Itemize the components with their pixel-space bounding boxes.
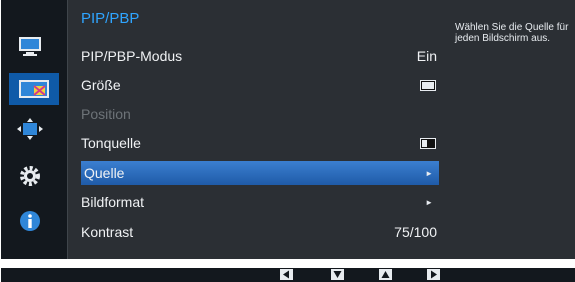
menu-item-label: Größe	[81, 77, 121, 93]
right-arrow-icon[interactable]	[427, 269, 440, 280]
menu-item-source[interactable]: Quelle ►	[81, 161, 439, 185]
help-text: Wählen Sie die Quelle für jeden Bildschi…	[455, 22, 569, 44]
menu-item-value: 75/100	[394, 224, 437, 240]
submenu-arrow-icon: ►	[425, 168, 433, 178]
menu-item-contrast[interactable]: Kontrast 75/100	[81, 220, 439, 244]
menu-item-label: Bildformat	[81, 194, 145, 210]
monitor-icon[interactable]	[15, 33, 45, 59]
menu-item-picture-size[interactable]: Bildformat ►	[81, 190, 439, 214]
submenu-arrow-icon: ►	[425, 197, 433, 207]
up-arrow-icon[interactable]	[379, 269, 392, 280]
screen-arrows-icon[interactable]	[15, 116, 45, 142]
gear-icon[interactable]	[15, 163, 45, 189]
info-icon[interactable]	[15, 208, 45, 234]
navigation-bar	[1, 268, 575, 282]
main-screen-icon	[420, 137, 436, 149]
menu-title: PIP/PBP	[81, 10, 140, 27]
menu-item-size[interactable]: Größe	[81, 73, 439, 97]
left-arrow-icon[interactable]	[280, 269, 293, 280]
menu-item-pip-pbp-mode[interactable]: PIP/PBP-Modus Ein	[81, 44, 439, 68]
menu-item-value: Ein	[416, 48, 437, 64]
menu-item-sound-source[interactable]: Tonquelle	[81, 131, 439, 155]
split-screen-icon	[420, 79, 436, 91]
down-arrow-icon[interactable]	[331, 269, 344, 280]
category-sidebar	[1, 0, 67, 259]
menu-item-position: Position	[81, 102, 439, 126]
menu-item-label: Tonquelle	[81, 135, 141, 151]
help-panel: Wählen Sie die Quelle für jeden Bildschi…	[447, 0, 575, 259]
menu-item-label: PIP/PBP-Modus	[81, 48, 183, 64]
menu-item-label: Quelle	[84, 165, 125, 181]
pip-screen-icon[interactable]	[9, 73, 59, 105]
menu-item-label: Position	[81, 106, 131, 122]
menu-item-label: Kontrast	[81, 224, 134, 240]
pip-pbp-menu: PIP/PBP PIP/PBP-Modus Ein Größe Position…	[67, 0, 448, 259]
osd-window: PIP/PBP PIP/PBP-Modus Ein Größe Position…	[1, 0, 575, 259]
